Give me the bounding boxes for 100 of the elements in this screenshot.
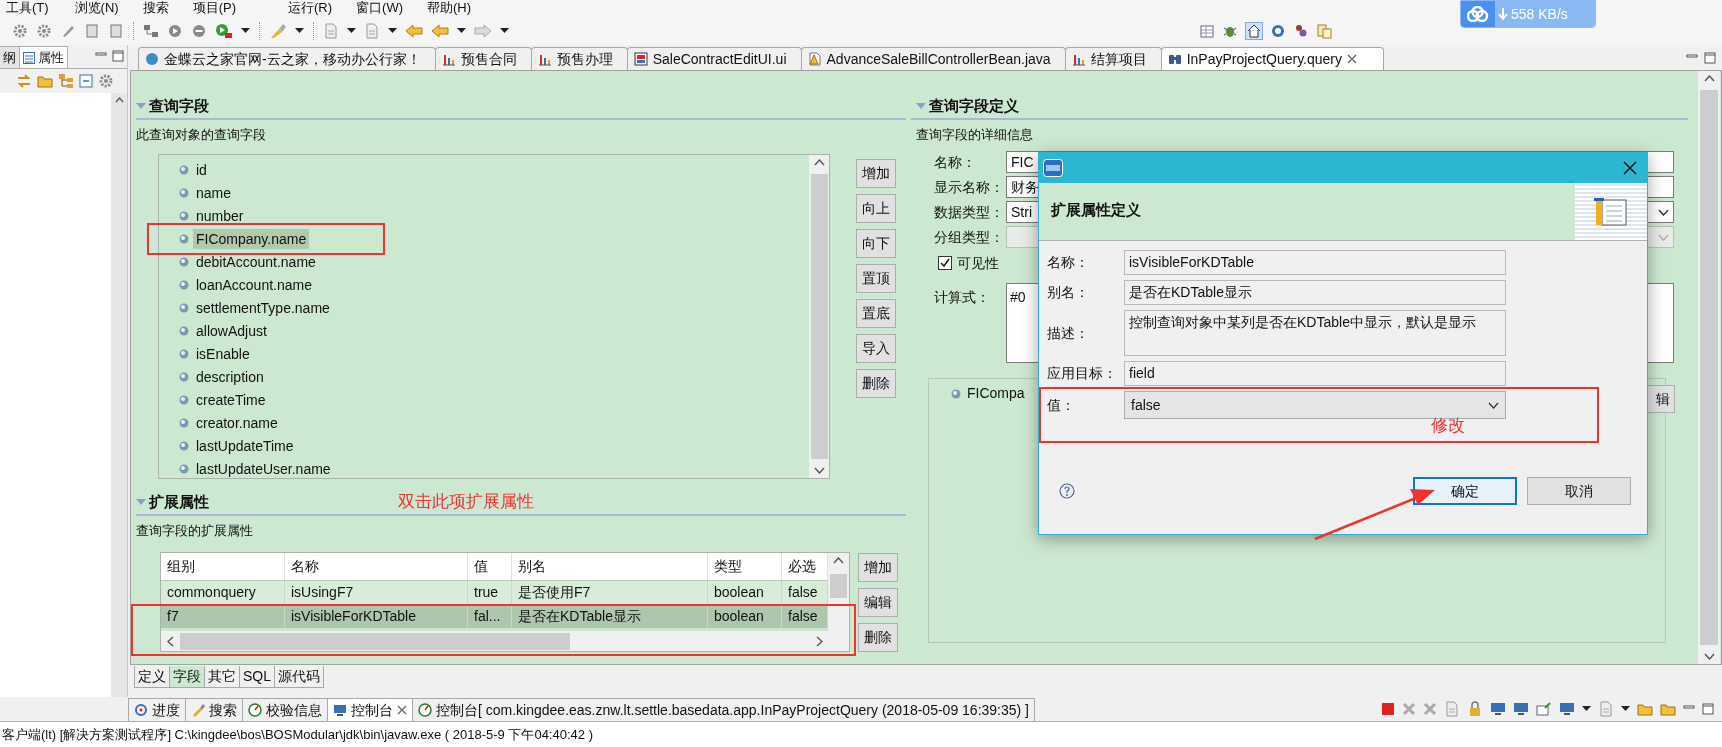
field-item[interactable]: lastUpdateTime [193,435,297,456]
side-button[interactable]: 导入 [856,334,896,363]
scroll-left-icon[interactable] [167,635,174,647]
console-tab[interactable]: 控制台[ com.kingdee.eas.znw.lt.settle.basedata.app.InPayProjectQuery (2018-05-09 16:39:35) ] [412,698,1035,721]
caret-icon[interactable] [295,27,304,34]
table-row[interactable]: commonquery isUsingF7 true 是否使用F7 boolean false [161,580,828,604]
scrollbar[interactable] [161,631,849,651]
scroll-down-icon[interactable] [813,467,825,474]
close-icon[interactable] [1347,54,1358,64]
menu-item[interactable]: 浏览(N) [68,0,125,16]
scroll-up-icon[interactable] [813,159,825,166]
page-icon[interactable] [84,22,100,39]
field-item[interactable]: debitAccount.name [193,251,319,272]
field-item[interactable]: allowAdjust [193,320,270,341]
field-item[interactable]: FICompany.name [193,228,310,249]
monitor-icon[interactable] [1490,701,1506,717]
side-button[interactable]: 增加 [858,553,898,582]
console-tab[interactable]: 进度 [128,698,186,721]
page-tab[interactable]: 字段 [169,666,205,688]
input-field[interactable]: isVisibleForKDTable [1124,250,1506,275]
scrollbar-thumb[interactable] [830,574,847,598]
field-item[interactable]: creator.name [193,412,281,433]
field-item[interactable]: name [193,182,235,203]
side-button[interactable]: 编辑 [858,588,898,617]
scrollbar-thumb[interactable] [1700,90,1718,645]
scrollbar[interactable] [1698,71,1720,664]
collapse-triangle-icon[interactable] [916,102,926,110]
input-field[interactable]: field [1124,361,1506,386]
page-icon[interactable] [108,22,124,39]
help-icon[interactable] [1059,483,1075,499]
tree-item[interactable]: FICompa [967,383,1025,404]
forward-arrow-icon[interactable] [474,23,492,38]
scrollbar[interactable] [828,553,849,631]
document-icon[interactable] [1598,701,1614,717]
x-icon[interactable] [1402,702,1416,716]
monitor-icon[interactable] [1513,701,1529,717]
page-tab[interactable]: 其它 [204,666,240,688]
editor-tab[interactable]: 金蝶云之家官网-云之家，移动办公行家！ [138,47,436,70]
caret-icon[interactable] [241,27,250,34]
menu-item[interactable]: 帮助(H) [421,0,478,16]
x-icon[interactable] [1423,702,1437,716]
side-button[interactable]: 向上 [856,194,896,223]
maximize-icon[interactable] [1702,703,1714,715]
folder-icon[interactable] [37,74,53,88]
side-button[interactable]: 置底 [856,299,896,328]
view-tab[interactable]: 纲 [0,46,20,68]
people-icon[interactable] [1293,22,1309,39]
caret-icon[interactable] [388,27,397,34]
field-item[interactable]: loanAccount.name [193,274,315,295]
menu-item[interactable]: 搜索 [136,0,175,16]
back-arrow-icon[interactable] [405,23,423,38]
menu-item[interactable]: 项目(P) [186,0,242,16]
field-item[interactable]: settlementType.name [193,297,333,318]
chevron-down-icon[interactable] [1488,401,1499,409]
input-field[interactable]: 是否在KDTable显示 [1124,280,1506,305]
dialog-button[interactable]: 确定 [1413,477,1517,505]
maximize-icon[interactable] [112,50,124,62]
swap-icon[interactable] [16,73,32,89]
page-tab[interactable]: 定义 [134,666,170,688]
document-icon[interactable] [364,22,380,39]
menu-item[interactable]: 窗口(W) [350,0,409,16]
menu-item[interactable]: 运行(R) [282,0,339,16]
scrollbar[interactable] [809,155,829,478]
dialog-button[interactable]: 取消 [1527,477,1631,505]
folder-icon[interactable] [1637,702,1653,716]
side-button[interactable]: 增加 [856,159,896,188]
monitor-icon[interactable] [1559,701,1575,717]
collapse-icon[interactable] [79,74,93,88]
lock-icon[interactable] [1467,701,1483,717]
checkbox[interactable] [938,256,952,270]
gear-icon[interactable] [98,73,114,89]
scroll-up-icon[interactable] [114,97,124,103]
grid-icon[interactable] [1199,22,1215,39]
collapse-triangle-icon[interactable] [136,498,146,506]
folder-icon[interactable] [1660,702,1676,716]
back-arrow-icon[interactable] [431,23,449,38]
console-tab[interactable]: 控制台 [327,698,413,721]
side-button[interactable]: 删除 [858,623,898,652]
side-button[interactable]: 删除 [856,369,896,398]
close-icon[interactable] [397,705,407,715]
brush-icon[interactable] [269,22,287,39]
play-icon[interactable] [167,22,183,39]
cycle-icon[interactable] [1270,22,1286,39]
caret-icon[interactable] [347,27,356,34]
field-item[interactable]: createTime [193,389,269,410]
table-row[interactable]: f7 isVisibleForKDTable fal... 是否在KDTable显示 boolean false [161,604,828,628]
scroll-up-icon[interactable] [1703,75,1715,82]
close-icon[interactable] [1623,161,1637,175]
pin-icon[interactable] [1536,701,1552,717]
side-button[interactable]: 向下 [856,229,896,258]
maximize-icon[interactable] [1704,52,1716,64]
field-item[interactable]: description [193,366,267,387]
view-tab[interactable]: 属性 [20,46,68,68]
caret-icon[interactable] [1582,706,1591,712]
stop-icon[interactable] [191,22,207,39]
caret-icon[interactable] [457,27,466,34]
page-tab[interactable]: 源代码 [274,666,324,688]
field-item[interactable]: isEnable [193,343,253,364]
menu-item[interactable]: 工具(T) [0,0,55,16]
collapse-triangle-icon[interactable] [136,102,146,110]
